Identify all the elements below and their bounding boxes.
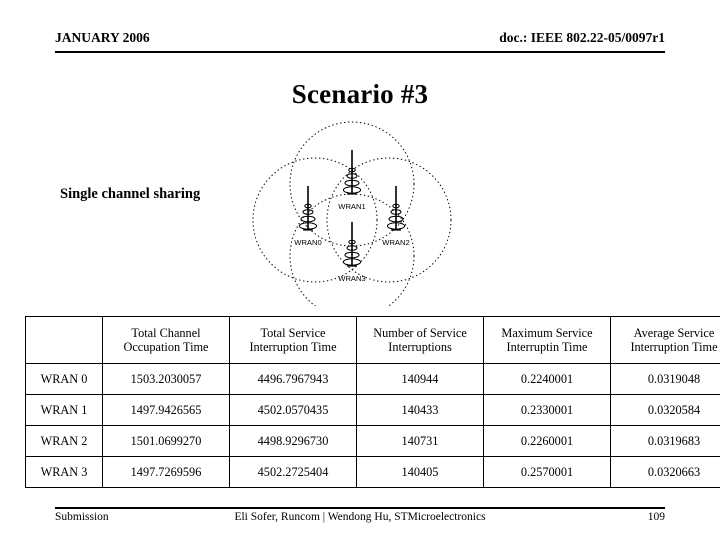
column-header-line2: Interruptions bbox=[388, 340, 452, 354]
cell-total-channel-occupation-time: 1497.9426565 bbox=[102, 394, 230, 426]
table-row: WRAN 1 1497.9426565 4502.0570435 140433 … bbox=[25, 394, 720, 426]
table-row: WRAN 3 1497.7269596 4502.2725404 140405 … bbox=[25, 456, 720, 488]
header-divider bbox=[55, 51, 665, 53]
column-header-average-service-interruption-time: Average Service Interruption Time bbox=[610, 316, 720, 364]
wran-coverage-diagram: WRAN1 WRAN0 WRAN2 WRAN3 bbox=[252, 116, 452, 306]
cell-average-service-interruption-time: 0.0320663 bbox=[610, 456, 720, 488]
row-label-wran-0: WRAN 0 bbox=[25, 363, 103, 395]
column-header-total-service-interruption-time: Total Service Interruption Time bbox=[229, 316, 357, 364]
column-header-line1: Average Service bbox=[633, 325, 715, 340]
cell-maximum-service-interruption-time: 0.2330001 bbox=[483, 394, 611, 426]
column-header-maximum-service-interruption-time: Maximum Service Interruptin Time bbox=[483, 316, 611, 364]
table-header-row: Total Channel Occupation Time Total Serv… bbox=[25, 316, 720, 364]
cell-total-channel-occupation-time: 1497.7269596 bbox=[102, 456, 230, 488]
table-row: WRAN 0 1503.2030057 4496.7967943 140944 … bbox=[25, 363, 720, 395]
table-header: Total Channel Occupation Time Total Serv… bbox=[25, 316, 720, 364]
row-label-wran-1: WRAN 1 bbox=[25, 394, 103, 426]
presentation-slide: JANUARY 2006 doc.: IEEE 802.22-05/0097r1… bbox=[0, 0, 720, 540]
column-header-line1: Total Service bbox=[260, 325, 326, 340]
slide-header: JANUARY 2006 doc.: IEEE 802.22-05/0097r1 bbox=[55, 30, 665, 52]
column-header-line2: Interruption Time bbox=[249, 340, 337, 354]
wran-metrics-table: Total Channel Occupation Time Total Serv… bbox=[25, 316, 720, 488]
tower-icon-wran1 bbox=[342, 150, 362, 195]
column-header-line2: Interruption Time bbox=[630, 340, 718, 354]
column-header-total-channel-occupation-time: Total Channel Occupation Time bbox=[102, 316, 230, 364]
page-title: Scenario #3 bbox=[291, 79, 429, 109]
tower-icon-wran0 bbox=[298, 186, 318, 231]
footer-page-number: 109 bbox=[647, 511, 665, 523]
cell-total-service-interruption-time: 4502.2725404 bbox=[229, 456, 357, 488]
cell-average-service-interruption-time: 0.0320584 bbox=[610, 394, 720, 426]
scenario-caption: Single channel sharing bbox=[60, 186, 201, 202]
cell-maximum-service-interruption-time: 0.2240001 bbox=[483, 363, 611, 395]
tower-icon-wran2 bbox=[386, 186, 406, 231]
row-label-wran-3: WRAN 3 bbox=[25, 456, 103, 488]
slide-footer: Eli Sofer, Runcom | Wendong Hu, STMicroe… bbox=[55, 511, 665, 529]
cell-average-service-interruption-time: 0.0319048 bbox=[610, 363, 720, 395]
tower-label-wran0: WRAN0 bbox=[294, 238, 321, 247]
cell-average-service-interruption-time: 0.0319683 bbox=[610, 425, 720, 457]
header-date: JANUARY 2006 bbox=[55, 30, 150, 45]
cell-total-service-interruption-time: 4496.7967943 bbox=[229, 363, 357, 395]
footer-submission-label: Submission bbox=[55, 511, 109, 523]
cell-number-of-service-interruptions: 140944 bbox=[356, 363, 484, 395]
table-corner-cell bbox=[25, 316, 103, 364]
footer-authors: Eli Sofer, Runcom | Wendong Hu, STMicroe… bbox=[234, 511, 486, 523]
column-header-line1: Maximum Service bbox=[501, 325, 593, 340]
row-label-wran-2: WRAN 2 bbox=[25, 425, 103, 457]
cell-total-service-interruption-time: 4502.0570435 bbox=[229, 394, 357, 426]
table-body: WRAN 0 1503.2030057 4496.7967943 140944 … bbox=[25, 363, 720, 488]
cell-number-of-service-interruptions: 140731 bbox=[356, 425, 484, 457]
tower-label-wran1: WRAN1 bbox=[338, 202, 365, 211]
cell-maximum-service-interruption-time: 0.2570001 bbox=[483, 456, 611, 488]
column-header-line2: Occupation Time bbox=[123, 340, 209, 354]
tower-label-wran2: WRAN2 bbox=[382, 238, 409, 247]
column-header-line1: Number of Service bbox=[373, 325, 467, 340]
cell-maximum-service-interruption-time: 0.2260001 bbox=[483, 425, 611, 457]
cell-number-of-service-interruptions: 140433 bbox=[356, 394, 484, 426]
cell-total-channel-occupation-time: 1501.0699270 bbox=[102, 425, 230, 457]
header-document-id: doc.: IEEE 802.22-05/0097r1 bbox=[499, 30, 665, 45]
column-header-line2: Interruptin Time bbox=[506, 340, 588, 354]
column-header-number-of-service-interruptions: Number of Service Interruptions bbox=[356, 316, 484, 364]
cell-number-of-service-interruptions: 140405 bbox=[356, 456, 484, 488]
tower-icon-wran3 bbox=[342, 222, 362, 267]
tower-label-wran3: WRAN3 bbox=[338, 274, 365, 283]
table-row: WRAN 2 1501.0699270 4498.9296730 140731 … bbox=[25, 425, 720, 457]
cell-total-channel-occupation-time: 1503.2030057 bbox=[102, 363, 230, 395]
column-header-line1: Total Channel bbox=[131, 325, 201, 340]
footer-divider bbox=[55, 507, 665, 509]
cell-total-service-interruption-time: 4498.9296730 bbox=[229, 425, 357, 457]
